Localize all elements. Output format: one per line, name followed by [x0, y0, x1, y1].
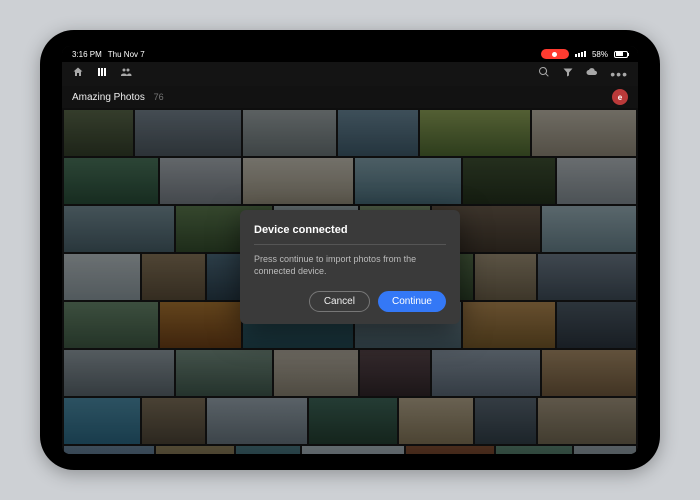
album-title-bar: Amazing Photos 76 e — [62, 86, 638, 108]
cancel-button[interactable]: Cancel — [309, 291, 370, 312]
album-count: 76 — [154, 92, 164, 102]
tablet-frame: 3:16 PM Thu Nov 7 58% ••• — [40, 30, 660, 470]
status-bar: 3:16 PM Thu Nov 7 58% — [62, 46, 638, 62]
filter-icon[interactable] — [562, 65, 574, 83]
album-title: Amazing Photos — [72, 92, 145, 103]
device-connected-dialog: Device connected Press continue to impor… — [240, 210, 460, 324]
divider — [254, 244, 446, 245]
dialog-body: Press continue to import photos from the… — [254, 253, 446, 277]
search-icon[interactable] — [538, 65, 550, 83]
continue-button[interactable]: Continue — [378, 291, 446, 312]
recording-indicator-icon[interactable] — [541, 49, 569, 59]
more-icon[interactable]: ••• — [610, 70, 628, 78]
battery-percent: 58% — [592, 50, 608, 59]
status-date: Thu Nov 7 — [108, 50, 145, 59]
people-icon[interactable] — [120, 65, 132, 83]
cloud-icon[interactable] — [586, 65, 598, 83]
avatar[interactable]: e — [612, 89, 628, 105]
battery-icon — [614, 51, 628, 58]
dialog-title: Device connected — [254, 224, 446, 236]
library-icon[interactable] — [96, 65, 108, 83]
wifi-signal-icon — [575, 51, 586, 57]
app-toolbar: ••• — [62, 62, 638, 86]
screen: 3:16 PM Thu Nov 7 58% ••• — [62, 46, 638, 454]
home-icon[interactable] — [72, 65, 84, 83]
status-time: 3:16 PM — [72, 50, 102, 59]
